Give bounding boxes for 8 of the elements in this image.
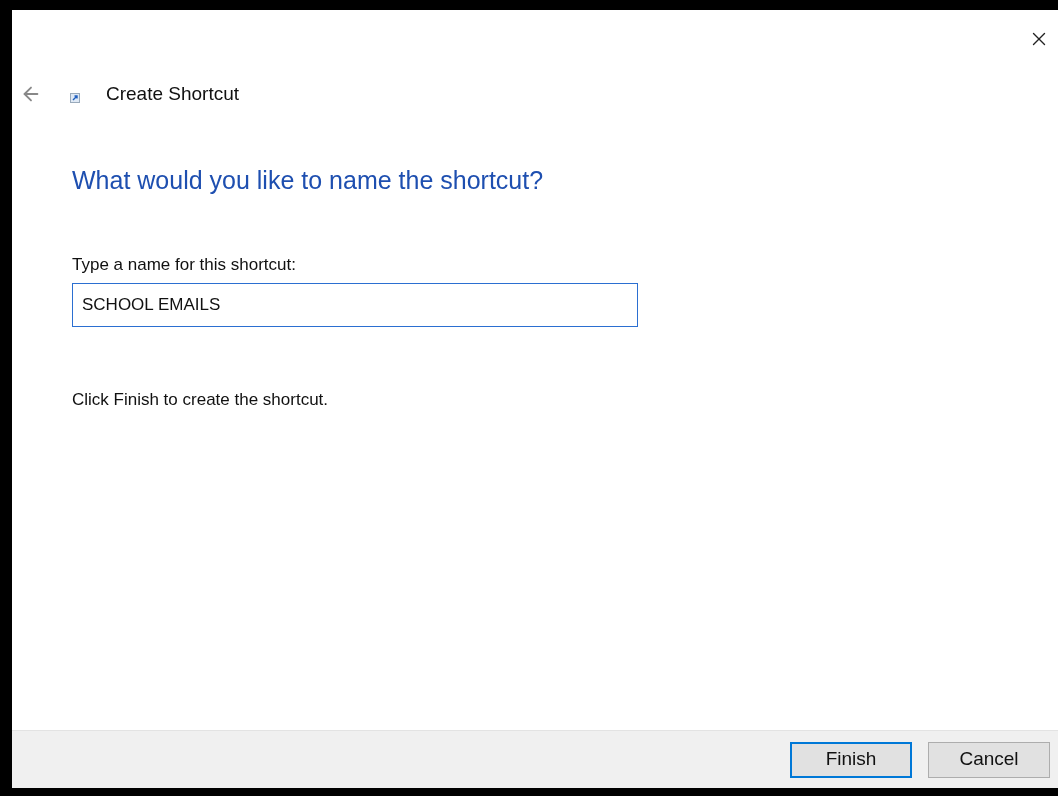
field-label: Type a name for this shortcut: bbox=[72, 253, 297, 276]
instruction-text: Click Finish to create the shortcut. bbox=[72, 389, 330, 411]
shortcut-icon bbox=[70, 93, 80, 103]
dialog-heading: What would you like to name the shortcut? bbox=[72, 165, 545, 196]
finish-button[interactable]: Finish bbox=[790, 741, 912, 778]
window-title: Create Shortcut bbox=[106, 81, 240, 106]
cancel-button[interactable]: Cancel bbox=[928, 741, 1050, 778]
shortcut-name-field[interactable]: SCHOOL EMAILS bbox=[72, 283, 638, 327]
